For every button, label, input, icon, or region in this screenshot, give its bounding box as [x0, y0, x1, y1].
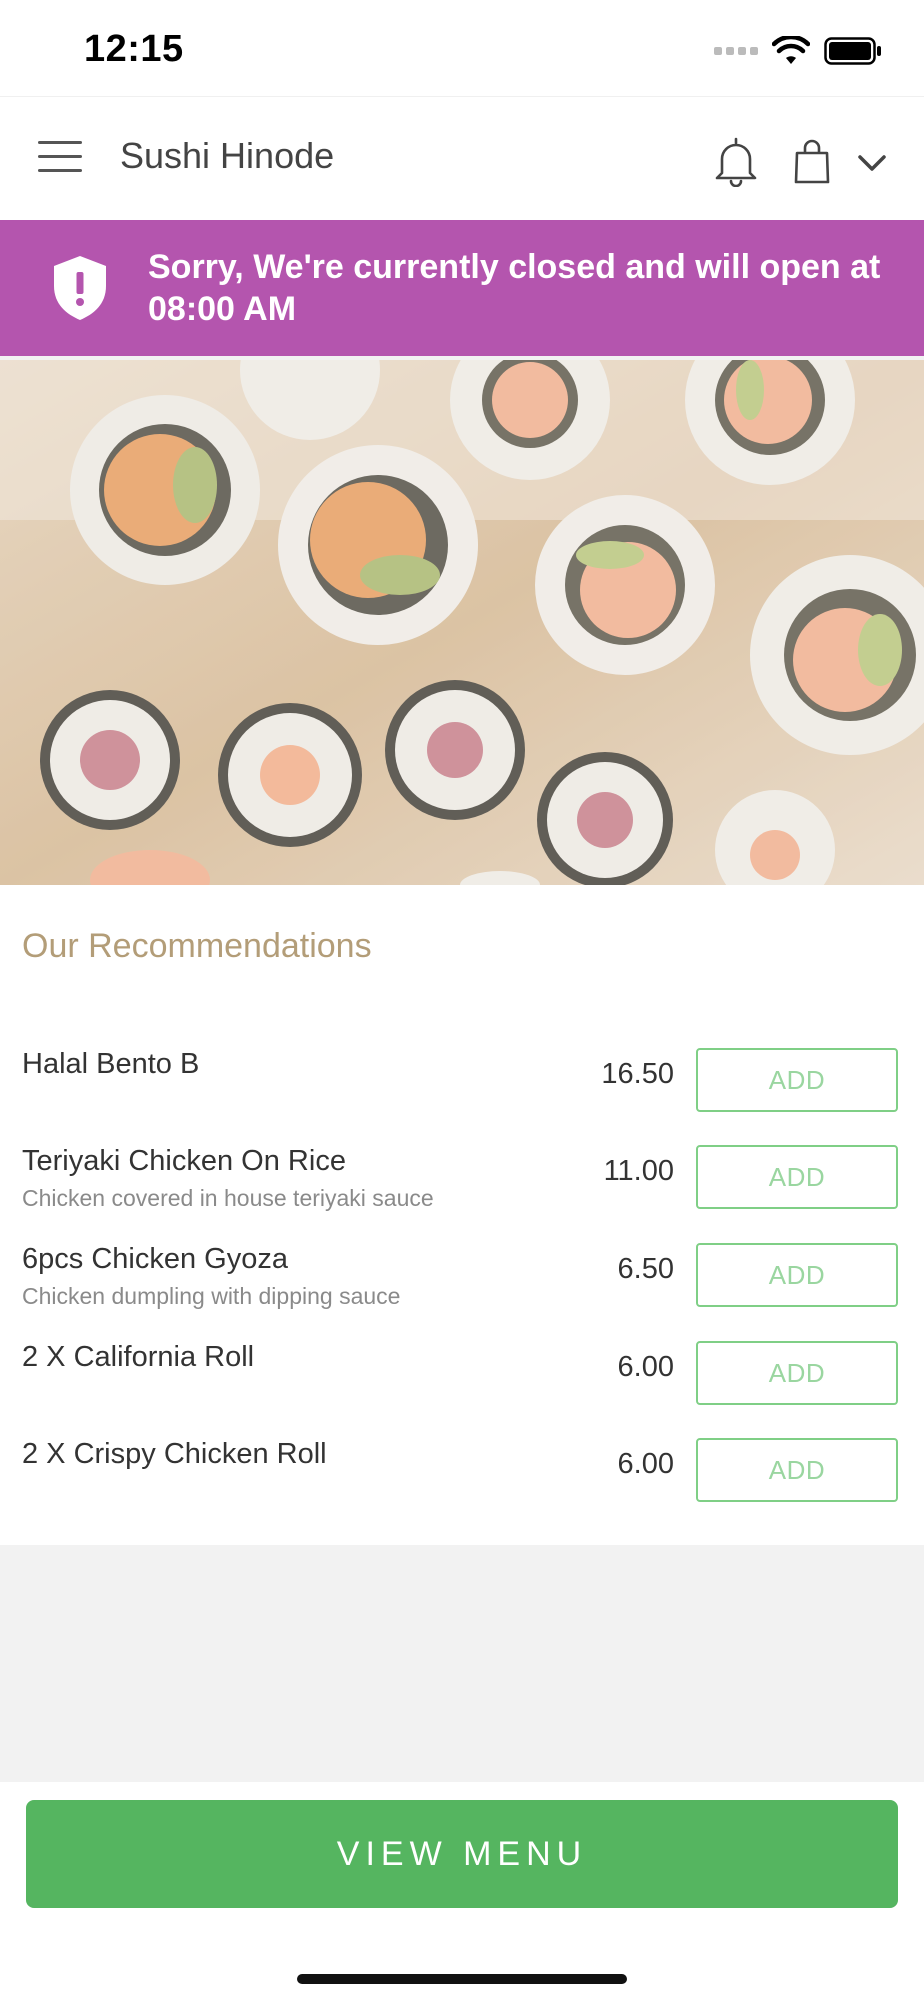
- item-price: 11.00: [603, 1155, 674, 1187]
- battery-icon: [824, 37, 881, 65]
- recommendations-section: Our Recommendations Halal Bento B 16.50 …: [0, 885, 924, 1545]
- menu-icon[interactable]: [38, 141, 82, 175]
- item-name: Halal Bento B: [22, 1048, 200, 1080]
- home-indicator: [297, 1974, 627, 1984]
- chevron-down-icon[interactable]: [852, 143, 892, 183]
- item-description: Chicken dumpling with dipping sauce: [22, 1283, 401, 1309]
- bell-icon[interactable]: [712, 135, 760, 187]
- restaurant-hero-image: [0, 360, 924, 885]
- add-button[interactable]: ADD: [696, 1048, 898, 1112]
- add-button[interactable]: ADD: [696, 1243, 898, 1307]
- item-name: Teriyaki Chicken On Rice: [22, 1145, 346, 1177]
- list-item: 2 X Crispy Chicken Roll 6.00 ADD: [0, 1438, 924, 1508]
- item-price: 6.00: [617, 1448, 674, 1480]
- status-icons: [714, 34, 882, 68]
- item-name: 6pcs Chicken Gyoza: [22, 1243, 288, 1275]
- add-button[interactable]: ADD: [696, 1341, 898, 1405]
- section-title: Our Recommendations: [22, 927, 372, 965]
- item-name: 2 X California Roll: [22, 1341, 255, 1373]
- bottom-bar: VIEW MENU: [0, 1782, 924, 2000]
- wifi-icon: [772, 36, 810, 64]
- item-name: 2 X Crispy Chicken Roll: [22, 1438, 327, 1470]
- add-button[interactable]: ADD: [696, 1145, 898, 1209]
- item-price: 6.50: [617, 1253, 674, 1285]
- view-menu-button[interactable]: VIEW MENU: [26, 1800, 898, 1908]
- closed-notice-banner: Sorry, We're currently closed and will o…: [0, 220, 924, 356]
- add-button[interactable]: ADD: [696, 1438, 898, 1502]
- status-time: 12:15: [84, 28, 184, 70]
- page-title: Sushi Hinode: [120, 135, 335, 176]
- list-item: Halal Bento B 16.50 ADD: [0, 1048, 924, 1118]
- cellular-signal-icon: [714, 47, 758, 55]
- shopping-bag-icon[interactable]: [792, 137, 832, 185]
- item-price: 6.00: [617, 1351, 674, 1383]
- item-price: 16.50: [601, 1058, 674, 1090]
- status-bar: 12:15: [0, 0, 924, 96]
- item-description: Chicken covered in house teriyaki sauce: [22, 1185, 434, 1211]
- shield-alert-icon: [54, 256, 106, 320]
- list-item: Teriyaki Chicken On Rice Chicken covered…: [0, 1145, 924, 1215]
- list-item: 6pcs Chicken Gyoza Chicken dumpling with…: [0, 1243, 924, 1313]
- closed-notice-text: Sorry, We're currently closed and will o…: [148, 248, 881, 328]
- app-header: Sushi Hinode: [0, 96, 924, 221]
- list-item: 2 X California Roll 6.00 ADD: [0, 1341, 924, 1411]
